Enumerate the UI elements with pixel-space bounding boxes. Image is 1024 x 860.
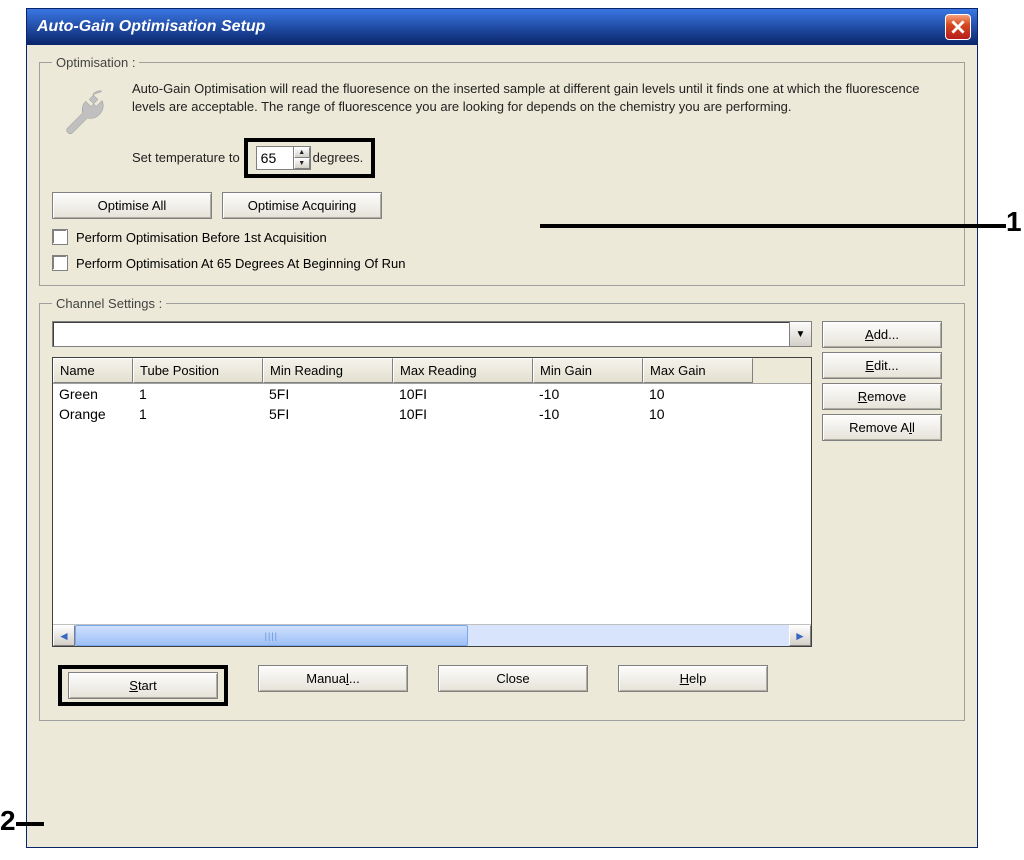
col-min-reading[interactable]: Min Reading [263,358,393,383]
callout-1-line [540,224,1006,228]
perform-before-1st-label: Perform Optimisation Before 1st Acquisit… [76,230,327,245]
optimise-all-button[interactable]: Optimise All [52,192,212,219]
perform-at-65-label: Perform Optimisation At 65 Degrees At Be… [76,256,406,271]
perform-before-1st-checkbox[interactable] [52,229,68,245]
scroll-left-button[interactable]: ◄ [53,625,75,646]
horizontal-scrollbar[interactable]: ◄ |||| ► [53,624,811,646]
callout-1-label: 1 [1006,206,1022,238]
channel-settings-group: Channel Settings : ▼ Name Tube Position … [39,296,965,721]
channel-combobox[interactable]: ▼ [52,321,812,347]
table-row[interactable]: Green 1 5FI 10FI -10 10 [53,384,811,404]
dialog-window: Auto-Gain Optimisation Setup Optimisatio… [26,8,978,848]
remove-button[interactable]: Remove [822,383,942,410]
spin-up-button[interactable]: ▲ [294,147,310,158]
temperature-input[interactable] [257,147,293,169]
scroll-right-button[interactable]: ► [789,625,811,646]
perform-at-65-checkbox[interactable] [52,255,68,271]
close-icon [951,20,965,34]
optimisation-legend: Optimisation : [52,55,139,70]
table-header: Name Tube Position Min Reading Max Readi… [53,358,811,384]
col-name[interactable]: Name [53,358,133,383]
manual-button[interactable]: Manual... [258,665,408,692]
add-button[interactable]: Add... [822,321,942,348]
temperature-highlight-box: ▲ ▼ degrees. [244,138,376,178]
channel-combobox-value [53,322,789,346]
scroll-thumb[interactable]: |||| [75,625,468,646]
spin-down-button[interactable]: ▼ [294,158,310,169]
titlebar: Auto-Gain Optimisation Setup [27,9,977,45]
optimisation-group: Optimisation : Auto-Gain Optimisation wi… [39,55,965,286]
optimise-acquiring-button[interactable]: Optimise Acquiring [222,192,382,219]
window-title: Auto-Gain Optimisation Setup [37,18,265,36]
optimisation-description: Auto-Gain Optimisation will read the flu… [132,80,952,116]
edit-button[interactable]: Edit... [822,352,942,379]
close-button[interactable]: Close [438,665,588,692]
wrench-icon [52,80,122,178]
col-tube-position[interactable]: Tube Position [133,358,263,383]
close-window-button[interactable] [945,14,971,40]
channel-legend: Channel Settings : [52,296,166,311]
col-min-gain[interactable]: Min Gain [533,358,643,383]
help-button[interactable]: Help [618,665,768,692]
temperature-spinner[interactable]: ▲ ▼ [256,146,311,170]
scroll-track[interactable]: |||| [75,625,789,646]
col-max-reading[interactable]: Max Reading [393,358,533,383]
channel-table: Name Tube Position Min Reading Max Readi… [52,357,812,647]
start-highlight-box: Start [58,665,228,706]
callout-2-line [16,822,44,826]
chevron-down-icon[interactable]: ▼ [789,322,811,346]
temp-label-suffix: degrees. [313,149,364,167]
col-max-gain[interactable]: Max Gain [643,358,753,383]
remove-all-button[interactable]: Remove All [822,414,942,441]
callout-2-label: 2 [0,805,16,837]
table-row[interactable]: Orange 1 5FI 10FI -10 10 [53,404,811,424]
temp-label-prefix: Set temperature to [132,149,240,167]
start-button[interactable]: Start [68,672,218,699]
